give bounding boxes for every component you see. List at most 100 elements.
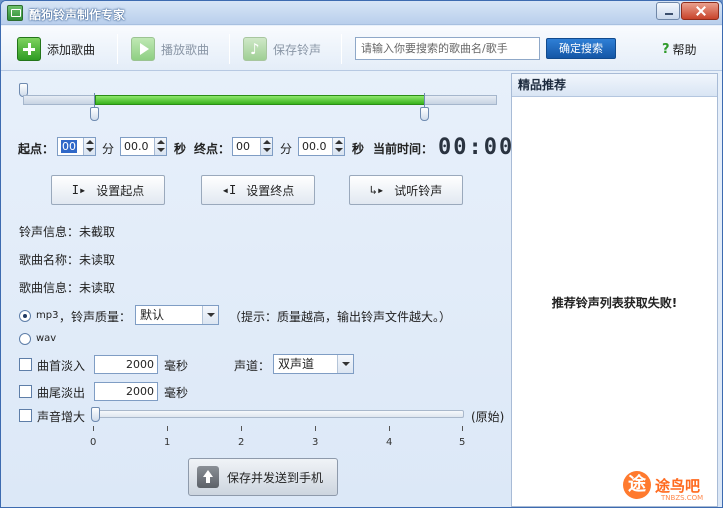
volume-tick-label: 0 (90, 437, 97, 448)
volume-tick (462, 426, 463, 431)
window-title: 酷狗铃声制作专家 (29, 8, 126, 22)
play-song-button[interactable]: 播放歌曲 (131, 36, 209, 62)
volume-tick (167, 426, 168, 431)
quality-value: 默认 (140, 308, 165, 322)
chevron-down-icon[interactable] (202, 306, 218, 324)
song-info: 歌曲信息：未读取 (19, 281, 116, 295)
close-button[interactable] (681, 2, 719, 20)
volume-tick-label: 3 (312, 437, 319, 448)
quality-hint: （提示：质量越高，输出铃声文件越大。） (229, 310, 452, 324)
end-marker-handle[interactable] (420, 107, 429, 121)
help-icon: ? (662, 42, 670, 57)
start-marker-line (94, 93, 95, 107)
fade-in-label: 曲首淡入 (37, 359, 86, 373)
wav-label: wav (36, 333, 57, 344)
current-time-display: 00:00 (438, 135, 515, 160)
end-second-spinner[interactable]: 00.0 (298, 137, 345, 156)
spinner-arrows-icon[interactable] (332, 138, 344, 155)
save-ringtone-button[interactable]: 保存铃声 (243, 36, 321, 62)
set-end-button[interactable]: ◂I 设置终点 (201, 175, 315, 205)
volume-boost-label: 声音增大 (37, 410, 86, 424)
search-input[interactable] (355, 37, 540, 60)
volume-original-label: (原始) (471, 410, 505, 424)
volume-tick-label: 5 (459, 437, 466, 448)
set-start-icon: I▸ (71, 183, 87, 197)
volume-boost-checkbox[interactable] (19, 409, 32, 422)
set-start-button[interactable]: I▸ 设置起点 (51, 175, 165, 205)
toolbar-separator (117, 34, 118, 64)
volume-tick-label: 4 (386, 437, 393, 448)
volume-tick-label: 1 (164, 437, 171, 448)
quality-select[interactable]: 默认 (135, 305, 219, 325)
save-ringtone-label: 保存铃声 (273, 42, 322, 57)
set-start-label: 设置起点 (96, 183, 145, 198)
start-marker-handle[interactable] (90, 107, 99, 121)
recommend-error-message: 推荐铃声列表获取失败! (551, 296, 678, 310)
start-minute-spinner[interactable]: 00 (57, 137, 96, 156)
upload-arrow-icon (197, 466, 219, 488)
volume-slider-handle[interactable] (91, 407, 100, 422)
mp3-label: mp3 (36, 310, 59, 321)
current-time-label: 当前时间： (373, 142, 434, 156)
toolbar-separator (229, 34, 230, 64)
timeline-selection (95, 95, 425, 105)
volume-slider-track[interactable] (96, 410, 464, 418)
app-window: 酷狗铃声制作专家 添加歌曲 播放歌曲 保存铃声 确定搜索 ? 帮助 起点： (0, 0, 723, 508)
watermark-icon: 途 (623, 471, 651, 499)
fade-out-unit: 毫秒 (164, 386, 189, 400)
start-second-spinner[interactable]: 00.0 (120, 137, 167, 156)
fade-in-checkbox[interactable] (19, 358, 32, 371)
add-song-label: 添加歌曲 (47, 42, 96, 57)
second-unit: 秒 (174, 142, 187, 156)
volume-tick (93, 426, 94, 431)
start-second-value: 00.0 (124, 140, 149, 153)
search-button[interactable]: 确定搜索 (546, 38, 616, 59)
channel-label: 声道： (234, 359, 271, 373)
play-icon (131, 37, 155, 61)
help-label: 帮助 (672, 43, 697, 57)
save-send-button[interactable]: 保存并发送到手机 (188, 458, 338, 496)
ringtone-info: 铃声信息：未截取 (19, 225, 116, 239)
end-second-value: 00.0 (302, 140, 327, 153)
music-note-icon (243, 37, 267, 61)
spinner-arrows-icon[interactable] (154, 138, 166, 155)
minute-unit: 分 (102, 142, 115, 156)
preview-icon: ↳▸ (369, 183, 385, 197)
play-song-label: 播放歌曲 (161, 42, 210, 57)
minimize-button[interactable] (656, 2, 680, 20)
end-minute-spinner[interactable]: 00 (232, 137, 273, 156)
preview-label: 试听铃声 (394, 183, 443, 198)
mp3-radio[interactable] (19, 310, 31, 322)
spinner-arrows-icon[interactable] (260, 138, 272, 155)
quality-label: ，铃声质量： (59, 310, 132, 324)
spinner-arrows-icon[interactable] (83, 138, 95, 155)
set-end-icon: ◂I (221, 183, 237, 197)
set-end-label: 设置终点 (246, 183, 295, 198)
song-name-info: 歌曲名称：未读取 (19, 253, 116, 267)
watermark-text: 途鸟吧 (655, 476, 701, 495)
wav-radio[interactable] (19, 333, 31, 345)
volume-tick-label: 2 (238, 437, 245, 448)
volume-tick (241, 426, 242, 431)
fade-out-label: 曲尾淡出 (37, 386, 86, 400)
end-label: 终点： (194, 142, 231, 156)
volume-tick (389, 426, 390, 431)
start-label: 起点： (18, 142, 55, 156)
fade-in-input[interactable]: 2000 (94, 355, 158, 374)
recommend-panel: 精品推荐 推荐铃声列表获取失败! (511, 73, 718, 507)
help-button[interactable]: ? 帮助 (662, 41, 697, 58)
title-bar: 酷狗铃声制作专家 (1, 1, 722, 25)
channel-value: 双声道 (278, 357, 315, 371)
app-icon (7, 5, 23, 21)
minute-unit: 分 (280, 142, 293, 156)
watermark-subtext: TNBZS.COM (661, 494, 704, 502)
add-song-button[interactable]: 添加歌曲 (17, 36, 95, 62)
chevron-down-icon[interactable] (337, 355, 353, 373)
channel-select[interactable]: 双声道 (273, 354, 354, 374)
second-unit: 秒 (352, 142, 365, 156)
preview-button[interactable]: ↳▸ 试听铃声 (349, 175, 463, 205)
fade-in-unit: 毫秒 (164, 359, 189, 373)
fade-out-checkbox[interactable] (19, 385, 32, 398)
fade-out-input[interactable]: 2000 (94, 382, 158, 401)
toolbar-separator (341, 34, 342, 64)
